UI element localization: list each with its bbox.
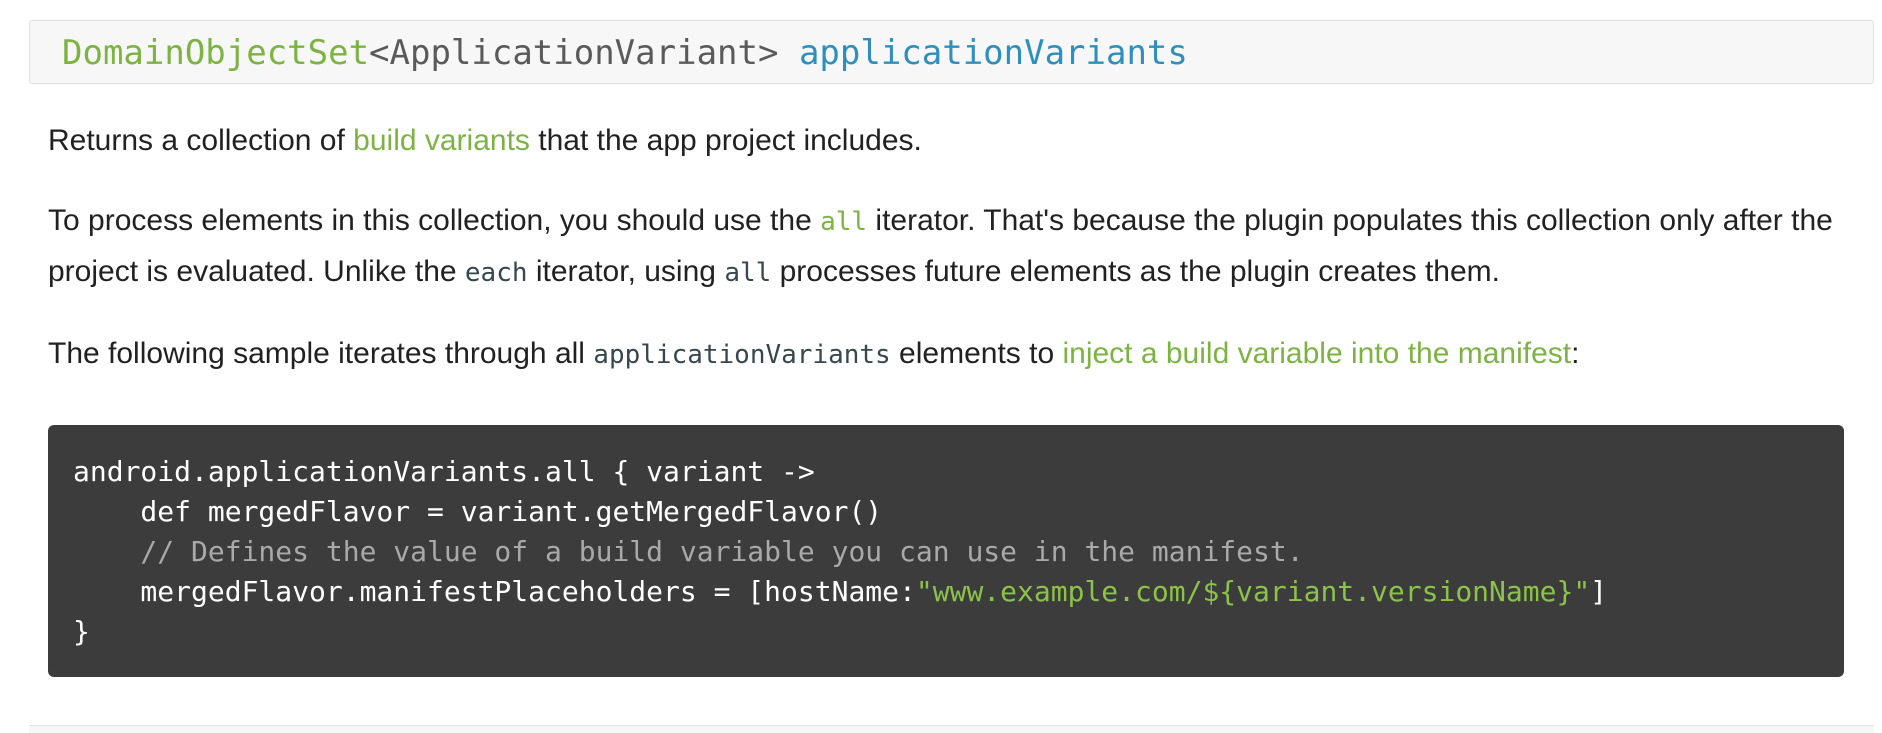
build-variants-link[interactable]: build variants xyxy=(353,124,530,157)
code-text: ] xyxy=(1590,575,1608,608)
iterator-paragraph: To process elements in this collection, … xyxy=(48,196,1848,298)
sample-intro-text: The following sample iterates through al… xyxy=(48,337,594,370)
description-paragraph: Returns a collection of build variants t… xyxy=(48,116,1848,165)
signature-property-name: applicationVariants xyxy=(798,33,1188,73)
iterator-text: To process elements in this collection, … xyxy=(48,204,821,237)
all-code: all xyxy=(724,258,772,288)
iterator-text: iterator, using xyxy=(527,255,725,288)
code-text: mergedFlavor.manifestPlaceholders = [hos… xyxy=(73,575,916,608)
signature-generic: <ApplicationVariant> xyxy=(369,33,779,73)
code-line: mergedFlavor.manifestPlaceholders = [hos… xyxy=(73,572,1819,612)
all-iterator-code[interactable]: all xyxy=(820,207,867,237)
code-sample-block[interactable]: android.applicationVariants.all { varian… xyxy=(48,425,1844,677)
code-string-literal: "www.example.com/${variant.versionName}" xyxy=(915,575,1591,608)
each-iterator-code: each xyxy=(464,258,528,288)
code-line: def mergedFlavor = variant.getMergedFlav… xyxy=(73,495,883,528)
application-variants-code: applicationVariants xyxy=(593,340,891,370)
code-line: android.applicationVariants.all { varian… xyxy=(73,455,815,488)
description-text: Returns a collection of xyxy=(48,124,354,157)
description-text: that the app project includes. xyxy=(529,124,922,157)
iterator-text: processes future elements as the plugin … xyxy=(771,255,1500,288)
property-signature: DomainObjectSet<ApplicationVariant> appl… xyxy=(29,20,1874,84)
sample-intro-paragraph: The following sample iterates through al… xyxy=(48,329,1848,380)
code-comment-line: // Defines the value of a build variable… xyxy=(73,535,1304,568)
signature-type: DomainObjectSet xyxy=(62,33,370,73)
sample-intro-text: elements to xyxy=(890,337,1063,370)
code-line: } xyxy=(73,615,90,648)
sample-intro-text: : xyxy=(1571,337,1580,370)
inject-build-variable-link[interactable]: inject a build variable into the manifes… xyxy=(1062,337,1571,370)
